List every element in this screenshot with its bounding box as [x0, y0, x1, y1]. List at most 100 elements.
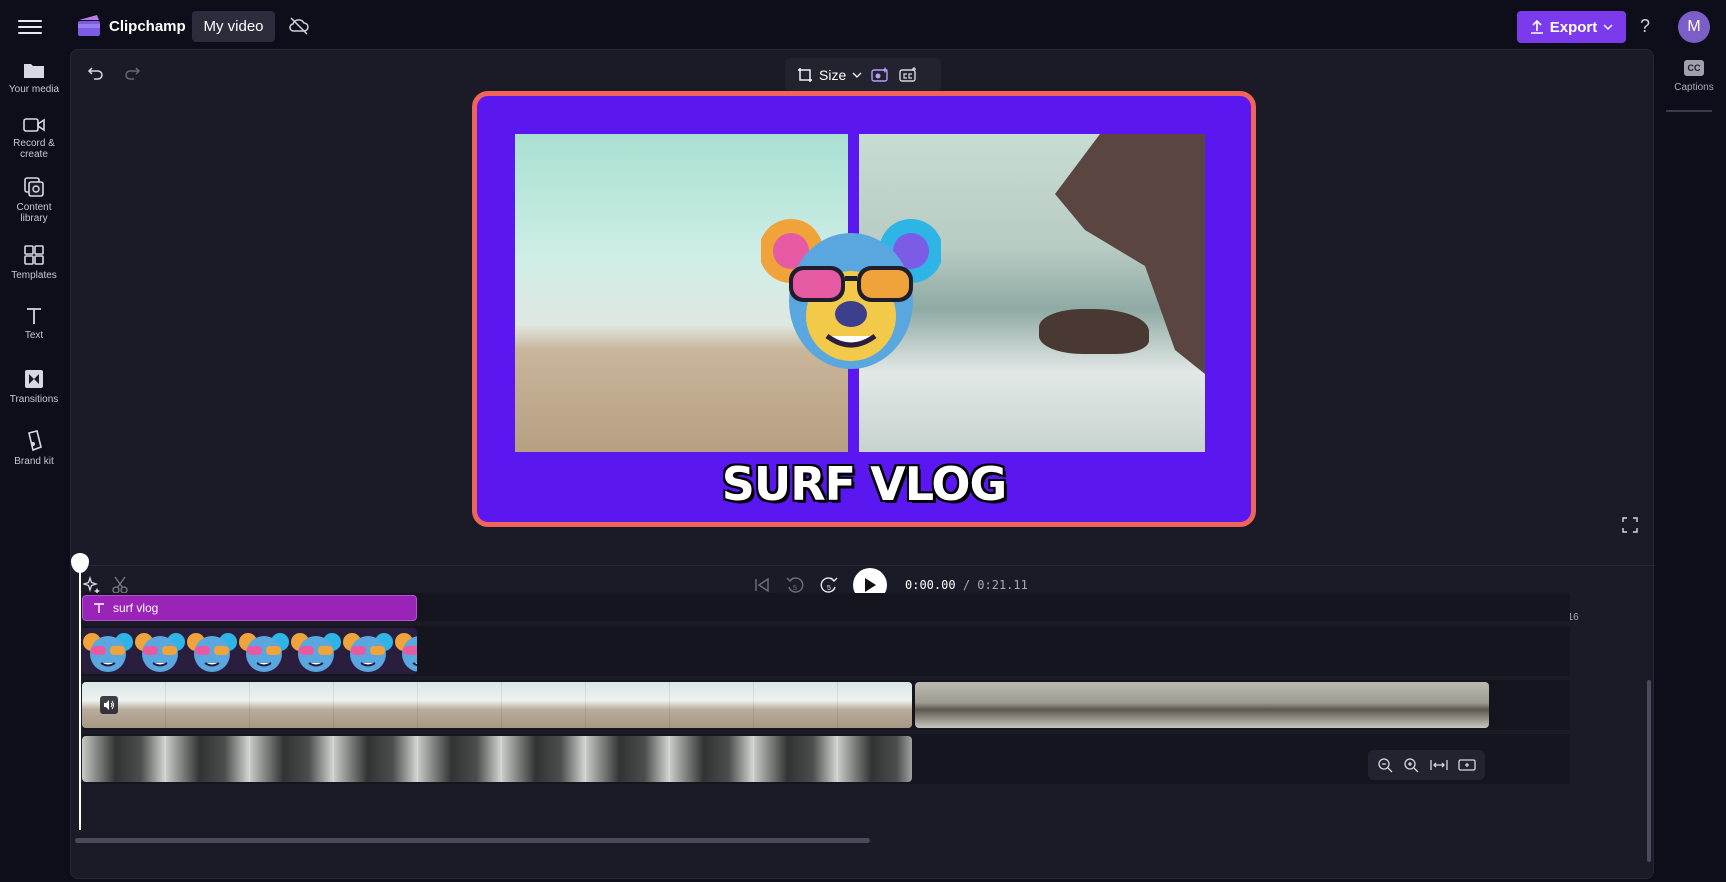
captions-tab-indicator — [1666, 110, 1712, 112]
vertical-scrollbar[interactable] — [1647, 680, 1651, 862]
right-sidebar: CC Captions — [1654, 52, 1726, 882]
fullscreen-icon[interactable] — [1622, 517, 1638, 533]
forward-5-icon[interactable]: 5 — [819, 575, 839, 595]
clipchamp-logo-icon — [78, 15, 100, 36]
sticker-clip[interactable] — [82, 628, 417, 674]
video-frame — [418, 736, 502, 782]
ai-background-icon[interactable] — [870, 66, 890, 84]
volume-icon[interactable] — [100, 696, 118, 714]
sidebar-item-label: Transitions — [9, 394, 59, 405]
video-frame — [754, 682, 838, 728]
size-label: Size — [819, 67, 847, 83]
sidebar-item-label: Brand kit — [14, 456, 54, 467]
timecode: 0:00.00 / 0:21.11 — [905, 578, 1028, 592]
sidebar-item-label: Text — [24, 330, 44, 341]
text-icon — [94, 603, 104, 613]
sidebar-item-brand-kit[interactable]: Brand kit — [0, 430, 68, 467]
video-clip-waves[interactable] — [915, 682, 1489, 728]
video-frame — [250, 736, 334, 782]
time-separator: / — [962, 578, 971, 592]
text-clip-label: surf vlog — [113, 601, 159, 615]
preview-toolbar: Size — [785, 58, 941, 92]
folder-icon — [24, 64, 44, 78]
video-frame — [82, 682, 166, 728]
avatar[interactable]: M — [1678, 11, 1710, 43]
video-frame — [838, 682, 912, 728]
magic-edit-icon[interactable] — [83, 576, 101, 594]
help-icon[interactable]: ? — [1640, 16, 1650, 37]
auto-captions-icon[interactable] — [898, 66, 918, 84]
split-icon[interactable] — [111, 576, 129, 594]
text-icon — [27, 308, 41, 324]
sidebar-item-templates[interactable]: Templates — [0, 244, 68, 281]
video-frame — [586, 682, 670, 728]
fit-to-width-icon[interactable] — [1429, 758, 1448, 772]
templates-icon — [24, 245, 44, 265]
video-frame — [166, 736, 250, 782]
top-bar: Clipchamp My video Export ? M — [0, 0, 1726, 52]
video-frame — [1419, 682, 1489, 728]
timeline-divider — [71, 565, 1655, 566]
sidebar-item-transitions[interactable]: Transitions — [0, 368, 68, 405]
video-clip-beach[interactable] — [82, 682, 912, 728]
video-frame — [670, 736, 754, 782]
captions-icon: CC — [1684, 60, 1704, 76]
video-frame — [1083, 682, 1167, 728]
current-time: 0:00.00 — [905, 578, 956, 592]
koala-thumbnail — [291, 633, 341, 672]
koala-sticker — [761, 219, 941, 369]
horizontal-scrollbar[interactable] — [75, 838, 870, 843]
cloud-off-icon[interactable] — [288, 16, 310, 36]
video-frame — [502, 736, 586, 782]
video-frame — [838, 736, 912, 782]
upload-icon — [1530, 19, 1543, 34]
sidebar-item-content-library[interactable]: Content library — [0, 176, 68, 224]
left-sidebar: Your media Record & create Content libra… — [0, 52, 68, 882]
koala-thumbnail — [135, 633, 185, 672]
brand-kit-icon — [28, 430, 42, 452]
video-frame — [418, 682, 502, 728]
video-frame — [82, 736, 166, 782]
crop-icon — [798, 68, 812, 82]
captions-label: Captions — [1674, 82, 1714, 93]
skip-to-start-icon[interactable] — [753, 576, 771, 594]
text-clip[interactable]: surf vlog — [82, 595, 417, 621]
playhead[interactable] — [71, 553, 89, 830]
export-button[interactable]: Export — [1517, 11, 1626, 43]
rewind-5-icon[interactable]: 5 — [785, 575, 805, 595]
svg-text:5: 5 — [827, 585, 831, 592]
add-track-icon[interactable] — [1458, 758, 1476, 772]
export-label: Export — [1549, 18, 1598, 36]
undo-icon[interactable] — [87, 64, 105, 82]
sidebar-item-text[interactable]: Text — [0, 306, 68, 341]
svg-text:5: 5 — [793, 585, 797, 592]
camera-icon — [23, 118, 45, 132]
zoom-out-icon[interactable] — [1377, 757, 1393, 773]
koala-thumbnail — [395, 633, 417, 672]
transitions-icon — [25, 370, 43, 388]
video-frame — [754, 736, 838, 782]
zoom-in-icon[interactable] — [1403, 757, 1419, 773]
video-preview-canvas[interactable]: SURF VLOG — [472, 91, 1256, 527]
sidebar-item-label: Content library — [16, 202, 52, 224]
video-frame — [166, 682, 250, 728]
size-button[interactable]: Size — [797, 67, 862, 83]
sidebar-item-your-media[interactable]: Your media — [0, 60, 68, 95]
captions-tab[interactable]: CC Captions — [1668, 60, 1720, 93]
menu-icon[interactable] — [18, 16, 42, 36]
title-overlay[interactable]: SURF VLOG — [477, 457, 1251, 511]
project-title[interactable]: My video — [192, 11, 275, 42]
video-frame — [1251, 682, 1335, 728]
library-icon — [24, 177, 44, 197]
sea-rock — [1039, 309, 1149, 354]
video-clip-rocks[interactable] — [82, 736, 912, 782]
video-frame — [586, 736, 670, 782]
video-frame — [502, 682, 586, 728]
video-frame — [1335, 682, 1419, 728]
video-frame — [915, 682, 999, 728]
sidebar-item-record-create[interactable]: Record & create — [0, 116, 68, 160]
video-frame — [999, 682, 1083, 728]
redo-icon[interactable] — [123, 64, 141, 82]
playhead-handle[interactable] — [71, 553, 89, 573]
chevron-down-icon — [1603, 24, 1613, 30]
